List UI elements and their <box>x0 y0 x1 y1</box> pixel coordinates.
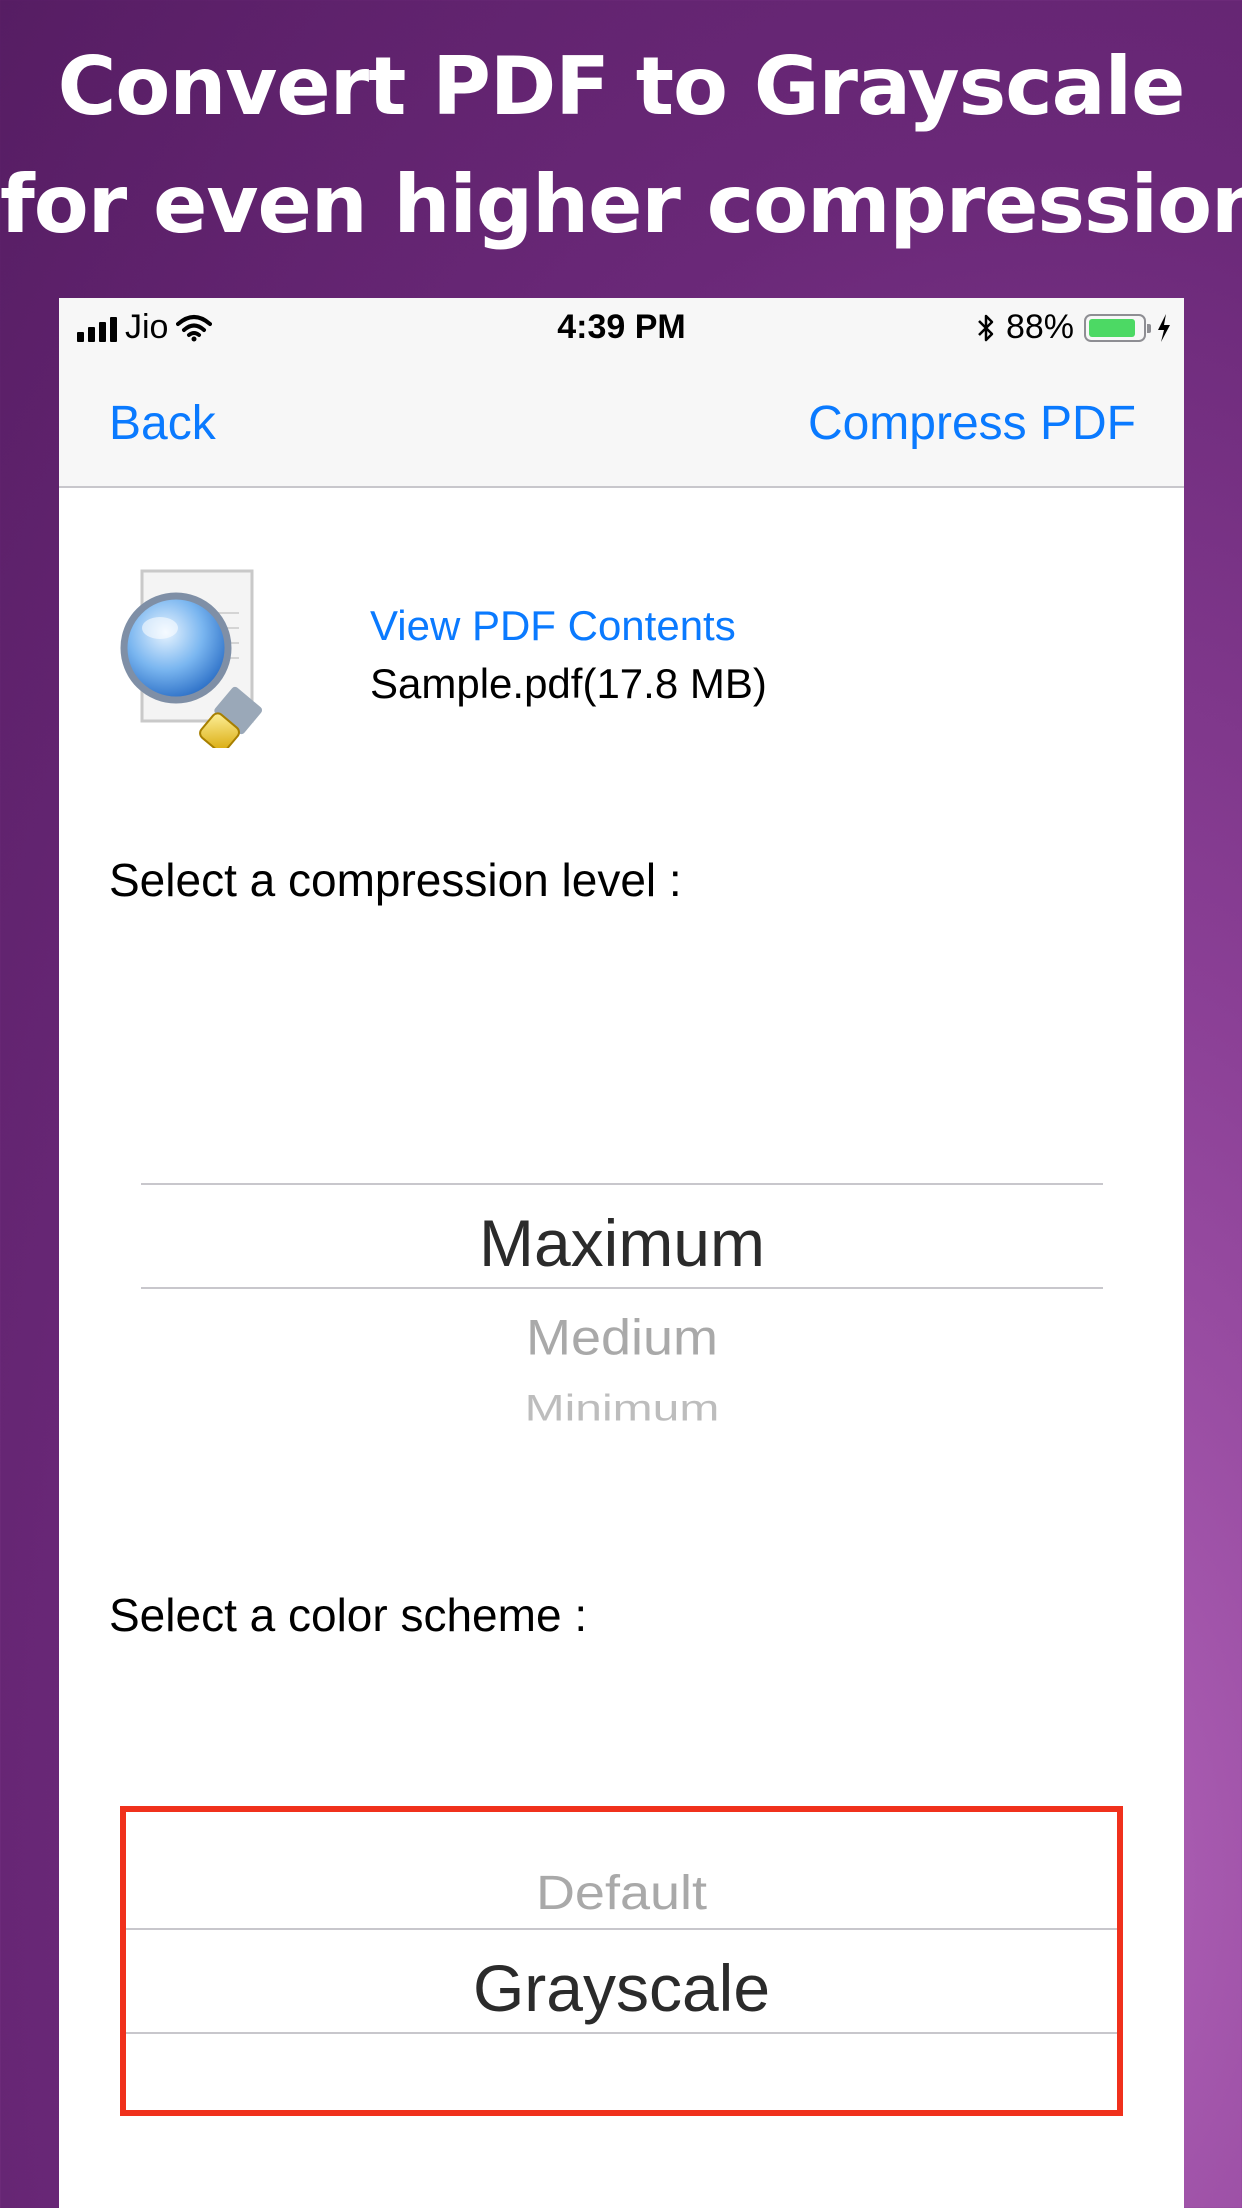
charging-bolt-icon <box>1158 313 1170 342</box>
headline-line-1: Convert PDF to Grayscale <box>57 40 1186 133</box>
compression-level-label: Select a compression level : <box>109 854 682 906</box>
document-magnifier-icon[interactable] <box>114 568 274 748</box>
back-button[interactable]: Back <box>109 396 216 451</box>
color-scheme-picker[interactable]: Default Grayscale <box>120 1806 1123 2116</box>
headline-line-2: for even higher compression <box>0 158 1242 251</box>
status-bar: Jio 4:39 PM 88% <box>59 298 1184 360</box>
color-option-default[interactable]: Default <box>126 1865 1117 1921</box>
color-option-grayscale[interactable]: Grayscale <box>126 1950 1117 2026</box>
picker-selection-bottom-line <box>141 1287 1103 1289</box>
bluetooth-icon <box>978 314 994 341</box>
file-info-row: View PDF Contents Sample.pdf(17.8 MB) <box>114 568 1114 758</box>
file-name-size: Sample.pdf(17.8 MB) <box>370 660 767 707</box>
battery-percent: 88% <box>1005 308 1074 346</box>
phone-screen: Jio 4:39 PM 88% Back Compress PDF View P… <box>59 298 1184 2208</box>
picker-selection-top-line <box>141 1183 1103 1185</box>
color-scheme-label: Select a color scheme : <box>109 1589 588 1641</box>
view-pdf-contents-link[interactable]: View PDF Contents <box>370 602 736 650</box>
compression-level-picker[interactable]: Maximum Medium Minimum <box>141 1183 1103 1443</box>
compress-pdf-button[interactable]: Compress PDF <box>808 396 1136 451</box>
picker-selection-bottom-line <box>126 2032 1117 2034</box>
battery-icon <box>1084 313 1151 342</box>
navigation-bar: Back Compress PDF <box>59 360 1184 488</box>
promo-headline: Convert PDF to Grayscale for even higher… <box>0 28 1242 264</box>
compression-option-medium[interactable]: Medium <box>141 1309 1103 1366</box>
picker-selection-top-line <box>126 1928 1117 1930</box>
compression-option-minimum[interactable]: Minimum <box>141 1387 1103 1430</box>
status-right: 88% <box>976 308 1172 347</box>
compression-option-maximum[interactable]: Maximum <box>141 1205 1103 1281</box>
